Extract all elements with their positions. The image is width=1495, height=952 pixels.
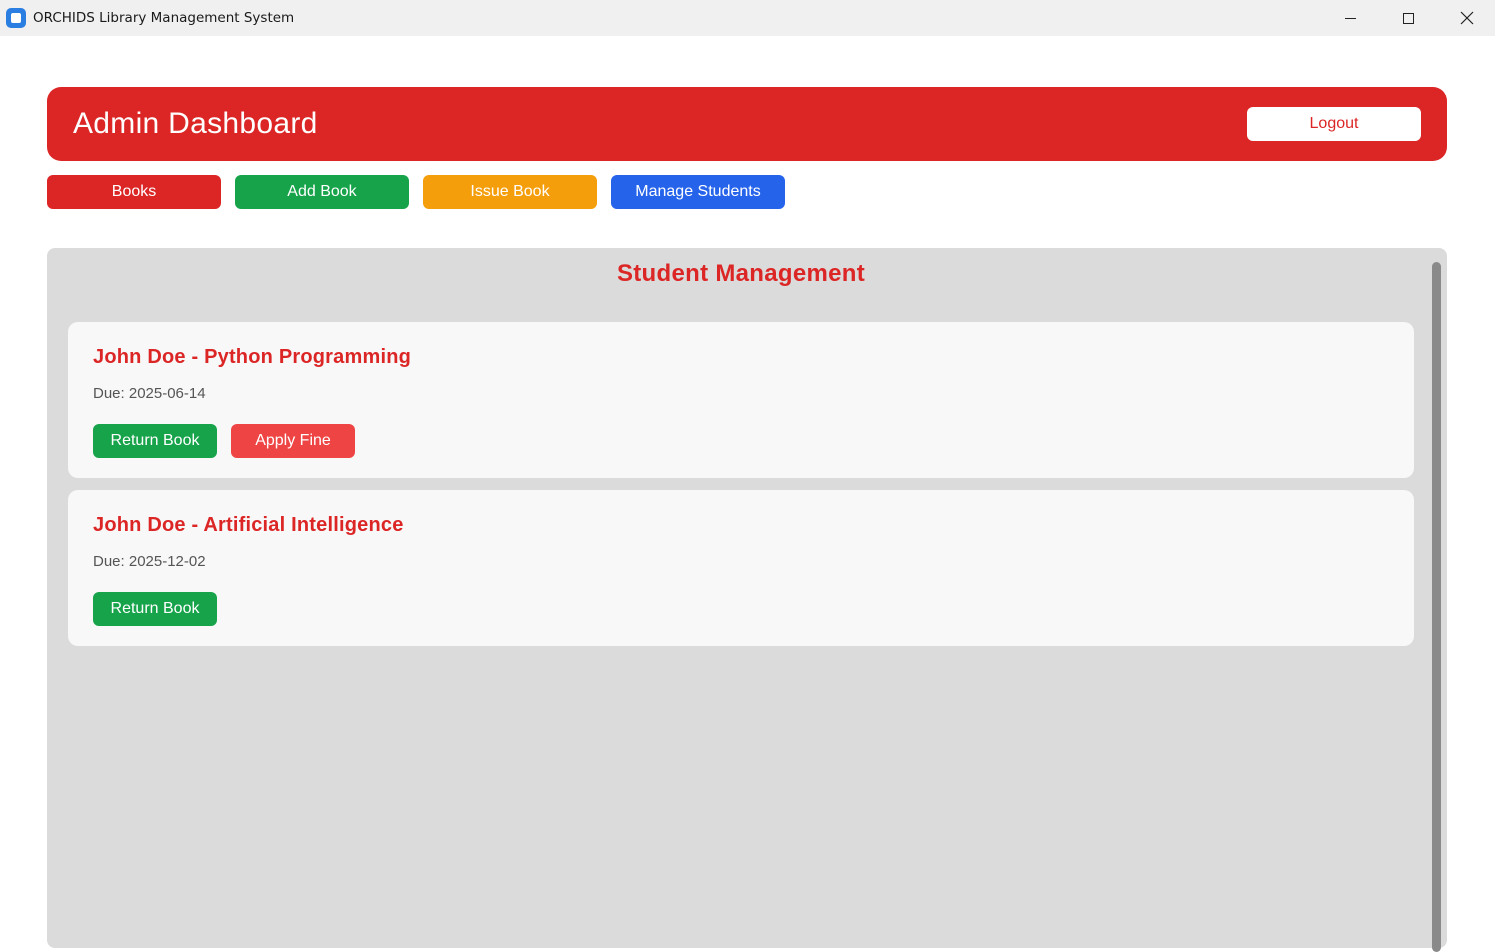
title-bar: ORCHIDS Library Management System <box>0 0 1495 36</box>
minimize-icon <box>1344 17 1356 19</box>
manage-students-button[interactable]: Manage Students <box>611 175 785 209</box>
app-icon <box>6 8 26 28</box>
maximize-button[interactable] <box>1379 0 1437 36</box>
card-title: John Doe - Artificial Intelligence <box>93 514 404 536</box>
issued-book-card: John Doe - Python Programming Due: 2025-… <box>68 322 1414 478</box>
minimize-button[interactable] <box>1321 0 1379 36</box>
issued-book-card: John Doe - Artificial Intelligence Due: … <box>68 490 1414 646</box>
card-title: John Doe - Python Programming <box>93 346 412 368</box>
apply-fine-button[interactable]: Apply Fine <box>231 424 355 458</box>
close-button[interactable] <box>1438 0 1495 36</box>
add-book-button[interactable]: Add Book <box>235 175 409 209</box>
due-date: Due: 2025-12-02 <box>93 553 206 570</box>
panel-title: Student Management <box>616 260 866 287</box>
issue-book-button[interactable]: Issue Book <box>423 175 597 209</box>
student-management-panel: Student Management John Doe - Python Pro… <box>47 248 1447 952</box>
books-button[interactable]: Books <box>47 175 221 209</box>
window-title: ORCHIDS Library Management System <box>33 10 295 26</box>
logout-button[interactable]: Logout <box>1247 107 1421 141</box>
return-book-button[interactable]: Return Book <box>93 592 217 626</box>
return-book-button[interactable]: Return Book <box>93 424 217 458</box>
dashboard-header: Admin Dashboard Logout <box>47 87 1447 161</box>
vertical-scrollbar[interactable] <box>1432 262 1441 952</box>
close-icon <box>1460 11 1474 25</box>
page-title: Admin Dashboard <box>73 107 318 140</box>
maximize-icon <box>1402 12 1414 24</box>
due-date: Due: 2025-06-14 <box>93 385 206 402</box>
